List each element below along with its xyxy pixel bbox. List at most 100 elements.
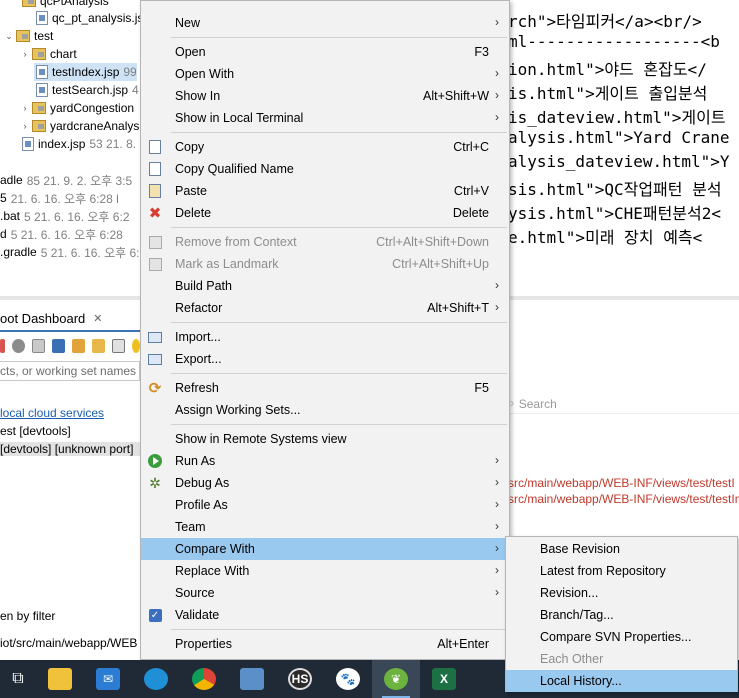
code-line: rch">타임피커</a><br/> [508, 12, 702, 31]
menu-item-new[interactable]: New › [141, 12, 509, 34]
menu-item-compare-with[interactable]: Compare With › [141, 538, 509, 560]
chevron-right-icon[interactable]: › [20, 121, 30, 131]
file-path-link[interactable]: src/main/webapp/WEB-INF/views/test/testI… [508, 492, 739, 506]
tree-item-bat[interactable]: .bat 5 21. 6. 16. 오후 6:2 [0, 207, 130, 225]
puppy-app-button[interactable]: 🐾 [324, 660, 372, 698]
chevron-right-icon: › [495, 475, 499, 489]
dashboard-filter-input[interactable]: cts, or working set names [0, 361, 140, 381]
tree-item-label: qc_pt_analysis.jsp [52, 11, 151, 25]
tab-boot-dashboard[interactable]: oot Dashboard ✕ [0, 306, 140, 332]
edge-button[interactable] [132, 660, 180, 698]
menu-item-mark-as-landmark[interactable]: Mark as Landmark Ctrl+Alt+Shift+Up [141, 253, 509, 275]
laptop-app-button[interactable] [228, 660, 276, 698]
dashboard-item-label: [devtools] [unknown port] [0, 442, 134, 456]
menu-item-assign-working-sets[interactable]: Assign Working Sets... [141, 399, 509, 421]
tree-item-test[interactable]: ⌄ test [4, 27, 53, 45]
menu-item-properties[interactable]: Properties Alt+Enter [141, 633, 509, 655]
lightbulb-icon[interactable] [131, 339, 141, 353]
edit-icon[interactable] [91, 339, 105, 353]
tree-item-label: d [0, 227, 7, 241]
menu-item-refresh[interactable]: ⟳ Refresh F5 [141, 377, 509, 399]
console-icon[interactable] [52, 339, 65, 353]
copy-icon [147, 137, 165, 155]
tree-item-qc-pt-analysis[interactable]: qc_pt_analysis.jsp [34, 9, 150, 27]
code-line: ion.html">야드 혼잡도</ [508, 60, 707, 79]
code-editor[interactable]: rch">타임피커</a><br/> ml------------------<… [500, 0, 739, 296]
dashboard-item-unknown-port[interactable]: [devtools] [unknown port] [0, 442, 140, 456]
submenu-item-compare-svn-properties[interactable]: Compare SVN Properties... [506, 626, 737, 648]
tree-item-meta: 5 21. 6. 16. 오후 6: [40, 245, 140, 260]
menu-item-build-path[interactable]: Build Path › [141, 275, 509, 297]
dashboard-item-devtools[interactable]: est [devtools] [0, 424, 71, 438]
menu-item-debug-as[interactable]: ✲ Debug As › [141, 472, 509, 494]
close-icon[interactable]: ✕ [93, 312, 102, 325]
tree-item-testindex[interactable]: testIndex.jsp 99 [34, 63, 137, 81]
open-config-icon[interactable] [31, 339, 45, 353]
table-icon[interactable] [111, 339, 125, 353]
menu-separator [171, 132, 507, 133]
menu-item-show-in[interactable]: Show In Alt+Shift+W › [141, 85, 509, 107]
tree-item-file5[interactable]: 5 21. 6. 16. 오후 6:28 l [0, 189, 119, 207]
tree-item-testsearch[interactable]: testSearch.jsp 4 [34, 81, 139, 99]
hs-app-button[interactable]: HS [276, 660, 324, 698]
local-cloud-services-link[interactable]: local cloud services [0, 406, 104, 420]
file-explorer-button[interactable] [36, 660, 84, 698]
copy-qualified-name-icon [147, 159, 165, 177]
export-icon [147, 351, 163, 367]
submenu-item-each-other[interactable]: Each Other [506, 648, 737, 670]
tree-item-chart[interactable]: › chart [20, 45, 77, 63]
menu-separator [171, 424, 507, 425]
menu-item-replace-with[interactable]: Replace With › [141, 560, 509, 582]
submenu-item-revision[interactable]: Revision... [506, 582, 737, 604]
submenu-item-base-revision[interactable]: Base Revision [506, 538, 737, 560]
menu-item-team[interactable]: Team › [141, 516, 509, 538]
tree-item-gradle[interactable]: adle 85 21. 9. 2. 오후 3:5 [0, 171, 132, 189]
link-icon[interactable] [71, 339, 85, 353]
submenu-item-latest-from-repository[interactable]: Latest from Repository [506, 560, 737, 582]
menu-item-run-as[interactable]: Run As › [141, 450, 509, 472]
task-view-button[interactable]: ⧉ [0, 660, 36, 698]
menu-item-refactor[interactable]: Refactor Alt+Shift+T › [141, 297, 509, 319]
menu-item-validate[interactable]: ✓ Validate [141, 604, 509, 626]
chevron-right-icon: › [495, 497, 499, 511]
folder-icon [48, 668, 72, 690]
submenu-item-branch-tag[interactable]: Branch/Tag... [506, 604, 737, 626]
chevron-right-icon[interactable]: › [20, 49, 30, 59]
mail-button[interactable]: ✉ [84, 660, 132, 698]
compare-with-submenu: Base Revision Latest from Repository Rev… [505, 536, 738, 692]
import-icon [147, 329, 163, 345]
tree-item-index[interactable]: index.jsp 53 21. 8. [20, 135, 136, 153]
menu-item-show-in-local-terminal[interactable]: Show in Local Terminal › [141, 107, 509, 129]
excel-button[interactable]: X [420, 660, 468, 698]
menu-item-source[interactable]: Source › [141, 582, 509, 604]
submenu-item-local-history[interactable]: Local History... [506, 670, 737, 692]
menu-item-paste[interactable]: Paste Ctrl+V [141, 180, 509, 202]
chevron-right-icon[interactable]: › [20, 103, 30, 113]
menu-item-remove-from-context[interactable]: Remove from Context Ctrl+Alt+Shift+Down [141, 231, 509, 253]
menu-item-copy[interactable]: Copy Ctrl+C [141, 136, 509, 158]
stop-icon[interactable] [0, 339, 5, 353]
spring-leaf-icon: ❦ [384, 668, 408, 690]
menu-item-delete[interactable]: ✖ Delete Delete [141, 202, 509, 224]
menu-item-show-in-remote-systems[interactable]: Show in Remote Systems view [141, 428, 509, 450]
file-path-link[interactable]: src/main/webapp/WEB-INF/views/test/testI [508, 476, 735, 490]
dashboard-item-label: est [devtools] [0, 424, 71, 438]
menu-item-export[interactable]: Export... [141, 348, 509, 370]
disconnect-icon[interactable] [11, 339, 25, 353]
chrome-button[interactable] [180, 660, 228, 698]
search-input[interactable]: ⌕ Search [508, 394, 739, 414]
menu-item-copy-qualified-name[interactable]: Copy Qualified Name [141, 158, 509, 180]
tree-item-yardcongestion[interactable]: › yardCongestion [20, 99, 135, 117]
paste-icon [147, 181, 165, 199]
menu-item-profile-as[interactable]: Profile As › [141, 494, 509, 516]
chevron-down-icon[interactable]: ⌄ [4, 31, 14, 42]
menu-item-open-with[interactable]: Open With › [141, 63, 509, 85]
tree-item-settings-gradle[interactable]: .gradle 5 21. 6. 16. 오후 6: [0, 243, 140, 261]
spring-tool-suite-button[interactable]: ❦ [372, 660, 420, 698]
shortcut-label: Ctrl+Alt+Shift+Up [392, 257, 489, 271]
menu-item-open[interactable]: Open F3 [141, 41, 509, 63]
chevron-right-icon: › [495, 66, 499, 80]
tree-item-d[interactable]: d 5 21. 6. 16. 오후 6:28 [0, 225, 123, 243]
menu-item-import[interactable]: Import... [141, 326, 509, 348]
tree-item-yardcraneanalysis[interactable]: › yardcraneAnalysis [20, 117, 149, 135]
